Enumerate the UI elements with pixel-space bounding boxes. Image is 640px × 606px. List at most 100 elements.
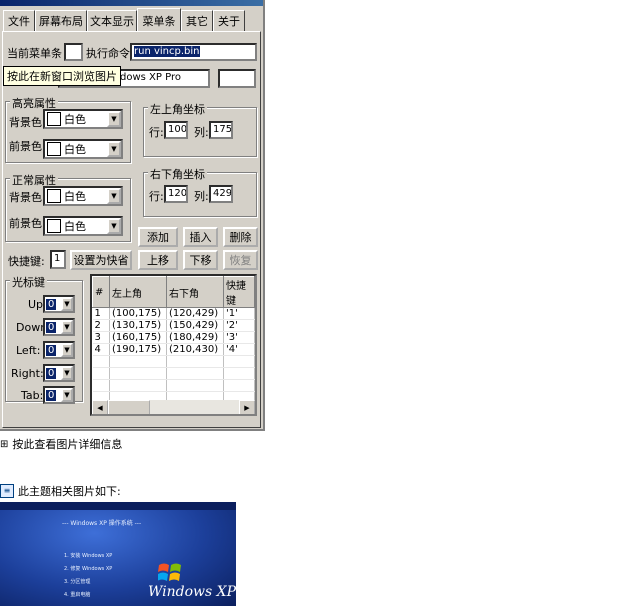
- table-row[interactable]: 1 (100,175) (120,429) '1': [92, 307, 255, 320]
- xp-menu: 1. 安装 Windows XP 2. 修复 Windows XP 3. 分区管…: [64, 550, 112, 602]
- col-top-left[interactable]: 左上角: [109, 276, 167, 308]
- command-input[interactable]: run vincp.bin: [130, 43, 257, 61]
- table-row-empty: [92, 367, 255, 380]
- command-text: run vincp.bin: [134, 46, 200, 57]
- insert-button[interactable]: 插入: [183, 227, 218, 247]
- normal-bg-label: 背景色:: [9, 191, 46, 204]
- right-key-label: Right:: [11, 367, 44, 380]
- details-link[interactable]: 按此查看图片详细信息: [12, 436, 122, 452]
- tab-text-display[interactable]: 文本显示: [87, 10, 137, 31]
- tab-screen-layout[interactable]: 屏幕布局: [35, 10, 87, 31]
- tab-about[interactable]: 关于: [213, 10, 245, 31]
- highlight-fg-select[interactable]: 白色 ▼: [43, 139, 123, 159]
- cell: 1: [92, 307, 110, 320]
- top-left-title: 左上角坐标: [148, 101, 207, 117]
- tab-other[interactable]: 其它: [181, 10, 213, 31]
- top-left-row-label: 行:: [149, 126, 164, 139]
- color-swatch: [47, 142, 61, 156]
- cell: (190,175): [109, 343, 167, 356]
- cursor-keys-title: 光标键: [10, 274, 47, 290]
- top-left-col-input[interactable]: 175: [209, 121, 233, 139]
- chevron-down-icon[interactable]: ▼: [61, 366, 73, 380]
- table-row[interactable]: 3 (160,175) (180,429) '3': [92, 331, 255, 344]
- table-row[interactable]: 4 (190,175) (210,430) '4': [92, 343, 255, 356]
- current-menu-input[interactable]: [64, 43, 83, 61]
- scroll-thumb[interactable]: [108, 400, 150, 414]
- chevron-down-icon[interactable]: ▼: [61, 388, 73, 402]
- top-left-row-input[interactable]: 100: [164, 121, 188, 139]
- bottom-right-col-label: 列:: [194, 190, 209, 203]
- restore-button[interactable]: 恢复: [223, 250, 258, 270]
- col-bottom-right[interactable]: 右下角: [166, 276, 224, 308]
- cell: '2': [223, 319, 255, 332]
- up-key-value: 0: [46, 298, 57, 310]
- color-swatch: [47, 112, 61, 126]
- highlight-bg-select[interactable]: 白色 ▼: [43, 109, 123, 129]
- cell: (150,429): [166, 319, 224, 332]
- xp-menu-item: 2. 修复 Windows XP: [64, 566, 113, 572]
- scroll-right-icon[interactable]: ▶: [239, 400, 255, 414]
- horizontal-scrollbar[interactable]: ◀ ▶: [92, 400, 255, 414]
- down-key-value: 0: [46, 321, 57, 333]
- chevron-down-icon[interactable]: ▼: [107, 111, 121, 127]
- chevron-down-icon[interactable]: ▼: [61, 320, 73, 334]
- highlight-fg-label: 前景色:: [9, 140, 46, 153]
- tab-menu-bar[interactable]: 菜单条: [137, 8, 181, 32]
- highlight-fg-value: 白色: [64, 143, 86, 156]
- bottom-right-col-input[interactable]: 429: [209, 185, 233, 203]
- normal-bg-select[interactable]: 白色 ▼: [43, 186, 123, 206]
- xp-heading: --- Windows XP 操作系统 ---: [62, 520, 142, 527]
- bottom-right-title: 右下角坐标: [148, 166, 207, 182]
- cell: 3: [92, 331, 110, 344]
- col-shortcut[interactable]: 快捷键: [223, 276, 255, 308]
- table-row[interactable]: 2 (130,175) (150,429) '2': [92, 319, 255, 332]
- editor-window: 文件 屏幕布局 文本显示 菜单条 其它 关于 当前菜单条 执行命令: run v…: [0, 0, 265, 431]
- left-key-label: Left:: [16, 344, 41, 357]
- right-key-select[interactable]: 0 ▼: [43, 364, 75, 382]
- details-link-row[interactable]: ⊞ 按此查看图片详细信息: [0, 436, 122, 452]
- col-index[interactable]: #: [92, 276, 110, 308]
- windows-logo-icon: [158, 563, 181, 581]
- chevron-down-icon[interactable]: ▼: [107, 218, 121, 234]
- table-row-empty: [92, 355, 255, 368]
- chevron-down-icon[interactable]: ▼: [61, 343, 73, 357]
- normal-bg-value: 白色: [64, 190, 86, 203]
- top-left-col-label: 列:: [194, 126, 209, 139]
- set-shortcut-button[interactable]: 设置为快省: [70, 250, 132, 270]
- xp-brand: Windows XP: [148, 584, 236, 600]
- tab-key-label: Tab:: [21, 389, 44, 402]
- extra-input[interactable]: [218, 69, 256, 88]
- menu-list[interactable]: # 左上角 右下角 快捷键 1 (100,175) (120,429) '1' …: [90, 274, 257, 416]
- table-row-empty: [92, 379, 255, 392]
- tab-key-value: 0: [46, 389, 57, 401]
- move-up-button[interactable]: 上移: [138, 250, 178, 270]
- related-label: 此主题相关图片如下:: [18, 485, 121, 498]
- bottom-right-row-input[interactable]: 120: [164, 185, 188, 203]
- cell: (130,175): [109, 319, 167, 332]
- left-key-select[interactable]: 0 ▼: [43, 341, 75, 359]
- normal-fg-select[interactable]: 白色 ▼: [43, 216, 123, 236]
- left-key-value: 0: [46, 344, 57, 356]
- down-key-select[interactable]: 0 ▼: [43, 318, 75, 336]
- scroll-left-icon[interactable]: ◀: [92, 400, 108, 414]
- related-row: ≡ 此主题相关图片如下:: [0, 483, 121, 499]
- related-image[interactable]: --- Windows XP 操作系统 --- 1. 安装 Windows XP…: [0, 502, 236, 606]
- tooltip: 按此在新窗口浏览图片: [3, 66, 121, 86]
- highlight-bg-value: 白色: [64, 113, 86, 126]
- cell: (120,429): [166, 307, 224, 320]
- chevron-down-icon[interactable]: ▼: [107, 141, 121, 157]
- cell: (100,175): [109, 307, 167, 320]
- chevron-down-icon[interactable]: ▼: [61, 297, 73, 311]
- plus-icon: ⊞: [0, 438, 9, 450]
- tab-key-select[interactable]: 0 ▼: [43, 386, 75, 404]
- up-key-select[interactable]: 0 ▼: [43, 295, 75, 313]
- move-down-button[interactable]: 下移: [183, 250, 218, 270]
- chevron-down-icon[interactable]: ▼: [107, 188, 121, 204]
- xp-menu-item: 1. 安装 Windows XP: [64, 553, 113, 559]
- delete-button[interactable]: 删除: [223, 227, 258, 247]
- add-button[interactable]: 添加: [138, 227, 178, 247]
- color-swatch: [47, 189, 61, 203]
- tab-file[interactable]: 文件: [3, 10, 35, 31]
- shortcut-input[interactable]: 1: [50, 250, 66, 269]
- xp-menu-item: 3. 分区管理: [64, 579, 91, 585]
